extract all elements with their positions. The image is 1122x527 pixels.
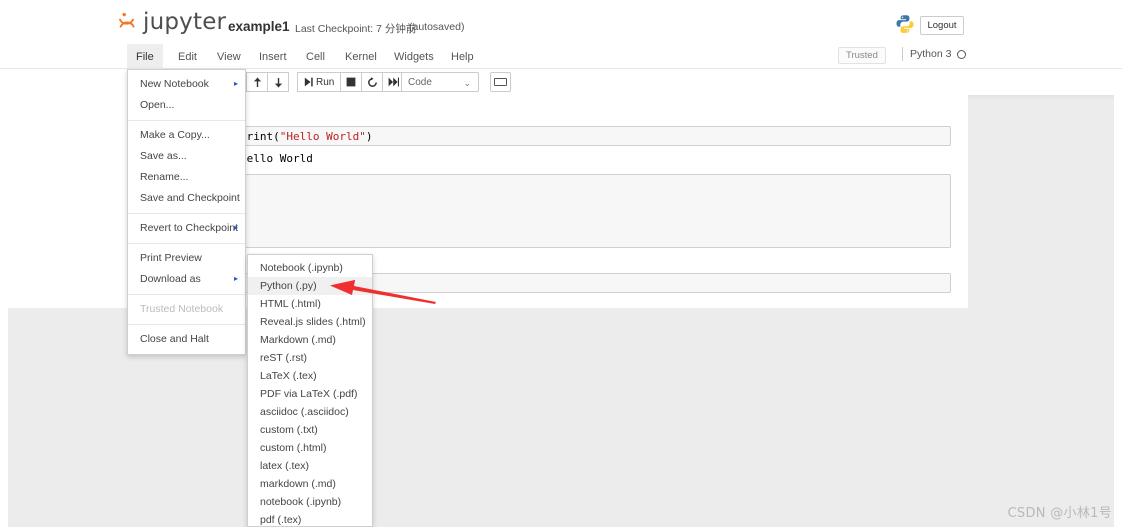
file-menu-label: Rename... (140, 171, 189, 183)
file-menu-label: Save as... (140, 150, 187, 162)
menu-bar: File Edit View Insert Cell Kernel Widget… (0, 44, 1122, 69)
chevron-down-icon: ⌄ (463, 78, 471, 88)
run-cell-button[interactable]: Run (297, 72, 342, 92)
file-menu-label: New Notebook (140, 78, 209, 90)
file-dropdown-menu: New Notebook ▸ Open... Make a Copy... Sa… (127, 69, 246, 355)
cell-type-select[interactable]: Code ⌄ (401, 72, 479, 92)
download-item-revealjs-slides[interactable]: Reveal.js slides (.html) (248, 313, 372, 331)
file-menu-label: Save and Checkpoint (140, 192, 240, 204)
download-item-markdown-md[interactable]: Markdown (.md) (248, 331, 372, 349)
download-item-markdown-lower[interactable]: markdown (.md) (248, 475, 372, 493)
menu-view[interactable]: View (208, 44, 250, 69)
jupyter-logo-icon (117, 11, 140, 34)
chevron-right-icon: ▸ (233, 274, 238, 283)
menu-widgets[interactable]: Widgets (385, 44, 443, 69)
download-item-latex-lower-tex[interactable]: latex (.tex) (248, 457, 372, 475)
file-menu-item-save-and-checkpoint[interactable]: Save and Checkpoint (128, 188, 245, 209)
file-menu-item-open[interactable]: Open... (128, 95, 245, 116)
trusted-badge[interactable]: Trusted (838, 47, 886, 64)
download-as-submenu: Notebook (.ipynb) Python (.py) HTML (.ht… (247, 254, 373, 527)
file-menu-label: Close and Halt (140, 333, 209, 345)
menu-cell[interactable]: Cell (297, 44, 334, 69)
kernel-name-label: Python 3 (910, 48, 952, 60)
jupyter-wordmark: jupyter (143, 9, 227, 35)
download-item-rest-rst[interactable]: reST (.rst) (248, 349, 372, 367)
file-menu-item-print-preview[interactable]: Print Preview (128, 248, 245, 269)
logout-button[interactable]: Logout (920, 16, 964, 35)
jupyter-brand[interactable]: jupyter (117, 11, 226, 34)
download-item-custom-html[interactable]: custom (.html) (248, 439, 372, 457)
menu-separator (128, 243, 245, 244)
file-menu-label: Trusted Notebook (140, 303, 224, 315)
kernel-divider (902, 47, 903, 61)
menu-separator (128, 294, 245, 295)
move-cell-down-button[interactable] (267, 72, 289, 92)
menu-help[interactable]: Help (442, 44, 483, 69)
file-menu-item-save-as[interactable]: Save as... (128, 146, 245, 167)
file-menu-label: Download as (140, 273, 201, 285)
toolbar-group-move (246, 72, 289, 92)
file-menu-label: Open... (140, 99, 175, 111)
code-cell-input-2[interactable] (232, 174, 951, 248)
file-menu-item-new-notebook[interactable]: New Notebook ▸ (128, 74, 245, 95)
kernel-indicator[interactable]: Python 3 (902, 47, 967, 61)
download-item-asciidoc[interactable]: asciidoc (.asciidoc) (248, 403, 372, 421)
restart-circular-icon (367, 76, 378, 88)
code-token-string: "Hello World" (279, 130, 366, 143)
file-menu-label: Make a Copy... (140, 129, 210, 141)
menu-file[interactable]: File (127, 44, 163, 69)
run-play-icon (304, 77, 313, 87)
download-item-notebook-lower[interactable]: notebook (.ipynb) (248, 493, 372, 511)
keyboard-icon (494, 78, 507, 86)
notebook-header: jupyter example1 Last Checkpoint: 7 分钟前 … (0, 0, 1122, 44)
file-menu-label: Revert to Checkpoint (140, 222, 239, 234)
arrow-up-icon (252, 77, 263, 88)
download-item-pdf-via-latex[interactable]: PDF via LaTeX (.pdf) (248, 385, 372, 403)
menu-separator (128, 324, 245, 325)
code-cell-output-1: Hello World (240, 152, 313, 165)
file-menu-item-download-as[interactable]: Download as ▸ (128, 269, 245, 290)
jupyter-notebook-window: jupyter example1 Last Checkpoint: 7 分钟前 … (0, 0, 1122, 527)
file-menu-item-rename[interactable]: Rename... (128, 167, 245, 188)
chevron-right-icon: ▸ (233, 79, 238, 88)
menu-kernel[interactable]: Kernel (336, 44, 386, 69)
notebook-name[interactable]: example1 (228, 19, 290, 34)
toolbar-group-run: Run (297, 72, 405, 92)
file-menu-label: Print Preview (140, 252, 202, 264)
arrow-down-icon (273, 77, 284, 88)
download-item-latex-tex[interactable]: LaTeX (.tex) (248, 367, 372, 385)
code-cell-source-1: print("Hello World") (240, 130, 372, 143)
python-logo-icon (895, 14, 915, 34)
file-menu-item-trusted-notebook: Trusted Notebook (128, 299, 245, 320)
code-token-paren: ) (365, 130, 373, 143)
file-menu-item-revert-to-checkpoint[interactable]: Revert to Checkpoint ▸ (128, 218, 245, 239)
command-palette-button[interactable] (490, 72, 511, 92)
menu-edit[interactable]: Edit (169, 44, 206, 69)
download-item-notebook-ipynb[interactable]: Notebook (.ipynb) (248, 259, 372, 277)
menu-separator (128, 120, 245, 121)
run-label: Run (316, 76, 335, 88)
file-menu-item-close-and-halt[interactable]: Close and Halt (128, 329, 245, 350)
stop-square-icon (346, 77, 356, 87)
autosaved-indicator: (autosaved) (409, 21, 465, 33)
fast-forward-icon (388, 77, 399, 87)
csdn-watermark: CSDN @小林1号 (1007, 506, 1112, 521)
cell-type-value: Code (408, 76, 432, 88)
kernel-idle-circle-icon (957, 49, 967, 59)
last-checkpoint-text: Last Checkpoint: 7 分钟前 (295, 23, 417, 35)
file-menu-item-make-a-copy[interactable]: Make a Copy... (128, 125, 245, 146)
download-item-html[interactable]: HTML (.html) (248, 295, 372, 313)
interrupt-kernel-button[interactable] (340, 72, 363, 92)
menu-separator (128, 213, 245, 214)
chevron-right-icon: ▸ (233, 223, 238, 232)
download-item-python-py[interactable]: Python (.py) (248, 277, 372, 295)
menu-insert[interactable]: Insert (250, 44, 296, 69)
restart-kernel-button[interactable] (361, 72, 384, 92)
download-item-pdf-tex[interactable]: pdf (.tex) (248, 511, 372, 526)
move-cell-up-button[interactable] (246, 72, 268, 92)
download-item-custom-txt[interactable]: custom (.txt) (248, 421, 372, 439)
